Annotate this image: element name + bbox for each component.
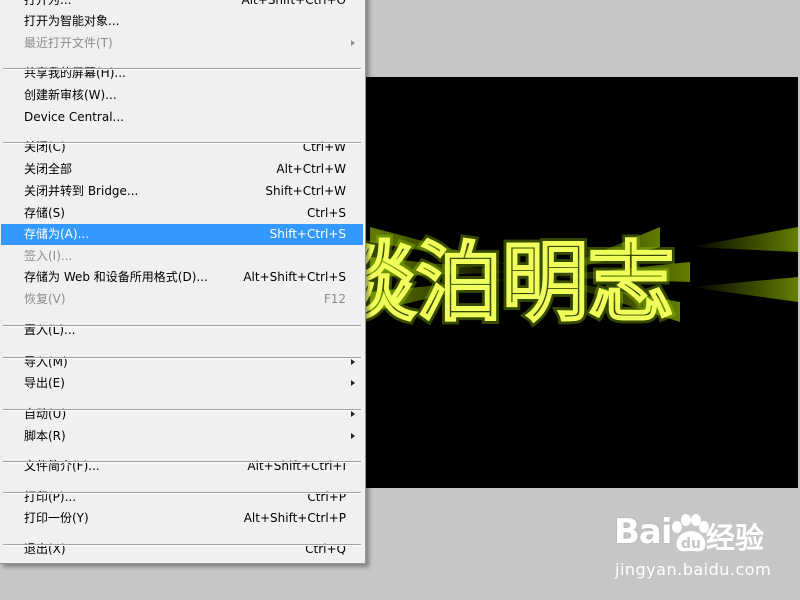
menu-item-label: 关闭(C) [24, 140, 66, 154]
menu-item-label: 最近打开文件(T) [24, 36, 113, 50]
menu-item-20[interactable]: 打印(P)... Ctrl+P [1, 487, 363, 508]
baidu-watermark: Bai du 经验 jingyan.baidu.com [614, 512, 794, 594]
menu-item-3[interactable]: 共享我的屏幕(H)... [1, 63, 363, 84]
menu-item-label: 打开为... [24, 0, 72, 7]
submenu-arrow-icon [351, 411, 355, 417]
menu-item-18[interactable]: 脚本(R) [1, 426, 363, 447]
menu-item-shortcut: Alt+Shift+Ctrl+P [243, 511, 346, 525]
menu-item-label: 导出(E) [24, 376, 65, 390]
watermark-logo-suffix: 经验 [706, 521, 765, 555]
menu-item-shortcut: Shift+Ctrl+S [269, 227, 346, 241]
menu-item-label: 脚本(R) [24, 429, 66, 443]
menu-item-label: 退出(X) [24, 542, 66, 556]
menu-item-label: 打印一份(Y) [24, 511, 89, 525]
menu-item-12[interactable]: 存储为 Web 和设备所用格式(D)... Alt+Shift+Ctrl+S [1, 267, 363, 288]
menu-item-label: 打开为智能对象... [24, 14, 120, 28]
menu-item-label: Device Central... [24, 110, 124, 124]
menu-item-11: 签入(I)... [1, 246, 363, 267]
submenu-arrow-icon [351, 380, 355, 386]
menu-separator [3, 142, 361, 144]
menu-separator [3, 461, 361, 463]
menu-item-5[interactable]: Device Central... [1, 107, 363, 128]
menu-item-shortcut: Shift+Ctrl+W [265, 184, 346, 198]
menu-item-21[interactable]: 打印一份(Y) Alt+Shift+Ctrl+P [1, 508, 363, 529]
menu-item-shortcut: Alt+Shift+Ctrl+S [243, 270, 346, 284]
menu-separator [3, 544, 361, 546]
menu-item-shortcut: Alt+Ctrl+W [276, 162, 346, 176]
menu-item-13: 恢复(V) F12 [1, 289, 363, 310]
menu-item-15[interactable]: 导入(M) [1, 352, 363, 373]
menu-item-1[interactable]: 打开为智能对象... [1, 11, 363, 32]
menu-item-label: 打印(P)... [24, 490, 77, 504]
menu-item-6[interactable]: 关闭(C) Ctrl+W [1, 137, 363, 158]
menu-separator [3, 68, 361, 70]
menu-item-0[interactable]: 打开为... Alt+Shift+Ctrl+O [1, 0, 363, 11]
menu-item-label: 文件简介(F)... [24, 459, 100, 473]
file-menu: 打开为... Alt+Shift+Ctrl+O 打开为智能对象... 最近打开文件(T… [0, 0, 366, 564]
menu-item-shortcut: Ctrl+P [307, 490, 346, 504]
menu-item-shortcut: F12 [323, 292, 346, 306]
glow-text-artwork: 淡泊明志 淡泊明志 [360, 227, 798, 337]
menu-item-10[interactable]: 存储为(A)... Shift+Ctrl+S [1, 224, 363, 245]
menu-separator [3, 409, 361, 411]
artwork-text: 淡泊明志 [360, 232, 674, 333]
menu-item-label: 存储为(A)... [24, 227, 90, 241]
menu-item-label: 存储(S) [24, 206, 65, 220]
watermark-url: jingyan.baidu.com [615, 560, 772, 579]
menu-separator [3, 492, 361, 494]
menu-item-shortcut: Alt+Shift+Ctrl+I [247, 459, 346, 473]
menu-item-label: 导入(M) [24, 355, 68, 369]
menu-item-label: 创建新审核(W)... [24, 88, 117, 102]
submenu-arrow-icon [351, 433, 355, 439]
submenu-arrow-icon [351, 359, 355, 365]
menu-item-22[interactable]: 退出(X) Ctrl+Q [1, 539, 363, 560]
watermark-logo: Bai [614, 512, 673, 552]
menu-item-8[interactable]: 关闭并转到 Bridge... Shift+Ctrl+W [1, 181, 363, 202]
submenu-arrow-icon [351, 40, 355, 46]
menu-item-label: 签入(I)... [24, 249, 73, 263]
menu-item-9[interactable]: 存储(S) Ctrl+S [1, 203, 363, 224]
svg-text:du: du [681, 536, 701, 552]
menu-item-label: 关闭全部 [24, 162, 73, 176]
menu-item-shortcut: Ctrl+S [306, 206, 346, 220]
menu-item-2: 最近打开文件(T) [1, 33, 363, 54]
menu-item-14[interactable]: 置入(L)... [1, 320, 363, 341]
menu-item-19[interactable]: 文件简介(F)... Alt+Shift+Ctrl+I [1, 456, 363, 477]
menu-item-label: 存储为 Web 和设备所用格式(D)... [24, 270, 208, 284]
menu-item-shortcut: Alt+Shift+Ctrl+O [241, 0, 346, 7]
menu-item-4[interactable]: 创建新审核(W)... [1, 85, 363, 106]
menu-separator [3, 325, 361, 327]
menu-item-label: 关闭并转到 Bridge... [24, 184, 139, 198]
menu-separator [3, 357, 361, 359]
menu-item-shortcut: Ctrl+Q [305, 542, 346, 556]
menu-item-label: 恢复(V) [24, 292, 66, 306]
menu-item-16[interactable]: 导出(E) [1, 373, 363, 394]
menu-item-label: 自动(U) [24, 407, 67, 421]
document-canvas[interactable]: 淡泊明志 淡泊明志 [360, 77, 798, 488]
menu-item-17[interactable]: 自动(U) [1, 404, 363, 425]
menu-item-shortcut: Ctrl+W [302, 140, 346, 154]
menu-item-7[interactable]: 关闭全部 Alt+Ctrl+W [1, 159, 363, 180]
menu-item-label: 置入(L)... [24, 323, 76, 337]
menu-item-label: 共享我的屏幕(H)... [24, 66, 126, 80]
